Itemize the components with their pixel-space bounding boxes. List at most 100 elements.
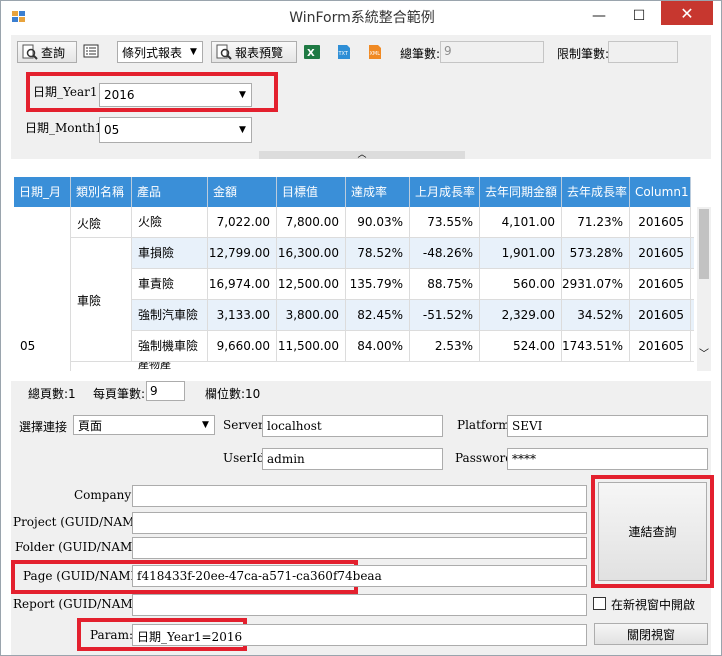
per-page-label: 每頁筆數: [93,387,146,401]
column-header[interactable]: 產品 [132,177,208,207]
close-icon: ✕ [680,3,694,23]
total-count-field[interactable]: 9 [440,41,544,63]
yoy-growth-cell: 71.23% [562,207,630,238]
preview-button[interactable]: 報表預覽 [211,41,297,63]
export-excel-button[interactable]: X [304,44,320,60]
connect-query-button[interactable]: 連結查詢 [598,482,707,581]
table-row[interactable]: 12,799.00 16,300.00 78.52% -48.26% 1,901… [208,238,694,269]
folder-field[interactable] [132,537,587,559]
achievement-cell: 78.52% [346,238,410,269]
password-label: Password [455,451,513,465]
product-cell: 強制機車險 [132,331,208,362]
password-field[interactable]: **** [507,448,708,470]
collapse-splitter[interactable]: ︿ [259,151,465,160]
last-year-amount-cell: 560.00 [480,269,562,300]
connection-select-value: 頁面 [78,418,103,433]
limit-count-field[interactable] [608,41,678,63]
list-view-button[interactable] [83,43,101,61]
column-header[interactable]: 金額 [208,177,277,207]
connection-select[interactable]: 頁面 ▼ [73,415,215,435]
last-year-amount-cell: 1,901.00 [480,238,562,269]
list-icon [83,44,99,62]
year-select[interactable]: 2016 ▼ [99,83,252,107]
amount-cell: 16,974.00 [208,269,277,300]
xml-icon: XML [367,45,383,63]
grid-header: 日期_月 類別名稱 產品 金額 目標值 達成率 上月成長率 去年同期金額 去年成… [14,177,691,207]
yoy-growth-cell: 34.52% [562,300,630,331]
platform-field[interactable]: SEVI [507,415,708,437]
page-field[interactable]: f418433f-20ee-47ca-a571-ca360f74beaa [132,565,587,587]
column-header[interactable]: 去年成長率 [562,177,630,207]
search-icon [22,44,38,60]
server-field[interactable]: localhost [262,415,443,437]
month-label: 日期_Month1 [25,121,103,135]
title-bar: WinForm系統整合範例 — ☐ ✕ [1,1,721,35]
connection-panel: 選擇連接 頁面 ▼ Server localhost Platform SEVI… [11,405,714,655]
chevron-down-icon[interactable]: ﹀ [697,345,711,360]
column-header[interactable]: 目標值 [277,177,346,207]
amount-cell: 3,133.00 [208,300,277,331]
param-label: Param: [90,628,134,642]
column1-cell: 201605 [630,238,691,269]
company-label: Company: [74,488,136,502]
export-txt-button[interactable]: TXT [336,44,352,60]
column1-cell: 201605 [630,300,691,331]
mom-growth-cell: -51.52% [410,300,480,331]
product-cell: 車損險 [132,238,208,269]
target-cell: 12,500.00 [277,269,346,300]
report-label: Report (GUID/NAME): [13,597,151,611]
table-row[interactable]: 3,133.00 3,800.00 82.45% -51.52% 2,329.0… [208,300,694,331]
product-cell: 強制汽車險 [132,300,208,331]
target-cell: 3,800.00 [277,300,346,331]
month-select[interactable]: 05 ▼ [99,117,252,143]
company-field[interactable] [132,485,587,507]
amount-cell: 12,799.00 [208,238,277,269]
close-window-button[interactable]: 關閉視窗 [594,623,708,645]
project-field[interactable] [132,512,587,534]
month-group-value: 05 [20,339,36,353]
achievement-cell: 90.03% [346,207,410,238]
column-header[interactable]: 日期_月 [14,177,71,207]
minimize-button[interactable]: — [581,1,617,31]
query-button[interactable]: 查詢 [17,41,77,63]
maximize-button[interactable]: ☐ [621,1,657,31]
table-row[interactable]: 16,974.00 12,500.00 135.79% 88.75% 560.0… [208,269,694,300]
total-count-label: 總筆數: [400,47,441,61]
server-label: Server [223,418,264,432]
column-header[interactable]: 上月成長率 [410,177,480,207]
export-xml-button[interactable]: XML [367,44,383,60]
app-window: WinForm系統整合範例 — ☐ ✕ 查詢 條列式報表 ▼ 報表預覽 X TX… [0,0,722,656]
new-window-label: 在新視窗中開啟 [611,598,696,612]
product-cell: 火險 [132,207,208,238]
yoy-growth-cell: 2931.07% [562,269,630,300]
chevron-down-icon: ▼ [233,84,251,106]
connect-query-label: 連結查詢 [628,525,677,539]
close-window-label: 關閉視窗 [626,627,675,642]
param-field[interactable]: 日期_Year1=2016 [132,624,587,646]
userid-field[interactable]: admin [262,448,443,470]
grid-vertical-scrollbar[interactable]: ﹀ [697,207,711,371]
product-cell: 車責險 [132,269,208,300]
last-year-amount-cell: 4,101.00 [480,207,562,238]
column-header[interactable]: 類別名稱 [71,177,132,207]
maximize-icon: ☐ [632,8,646,24]
report-type-select[interactable]: 條列式報表 ▼ [117,41,203,63]
partial-row-cell: 產物產 [138,362,171,371]
table-row[interactable]: 9,660.00 11,500.00 84.00% 2.53% 524.00 1… [208,331,694,362]
last-year-amount-cell: 2,329.00 [480,300,562,331]
column1-cell: 201605 [630,207,691,238]
per-page-field[interactable]: 9 [146,381,185,401]
table-row[interactable]: 7,022.00 7,800.00 90.03% 73.55% 4,101.00… [208,207,694,238]
scrollbar-thumb[interactable] [699,209,709,279]
report-field[interactable] [132,594,587,616]
parameter-panel: 日期_Year1 2016 ▼ 日期_Month1 05 ▼ ︿ [11,69,711,160]
close-button[interactable]: ✕ [661,1,713,25]
target-cell: 11,500.00 [277,331,346,362]
minimize-icon: — [592,8,606,24]
column-header[interactable]: 達成率 [346,177,410,207]
column-header[interactable]: 去年同期金額 [480,177,562,207]
new-window-checkbox[interactable] [593,597,606,610]
column-header[interactable]: Column1 [630,177,691,207]
preview-icon [216,44,232,60]
category-value: 車險 [77,294,102,308]
